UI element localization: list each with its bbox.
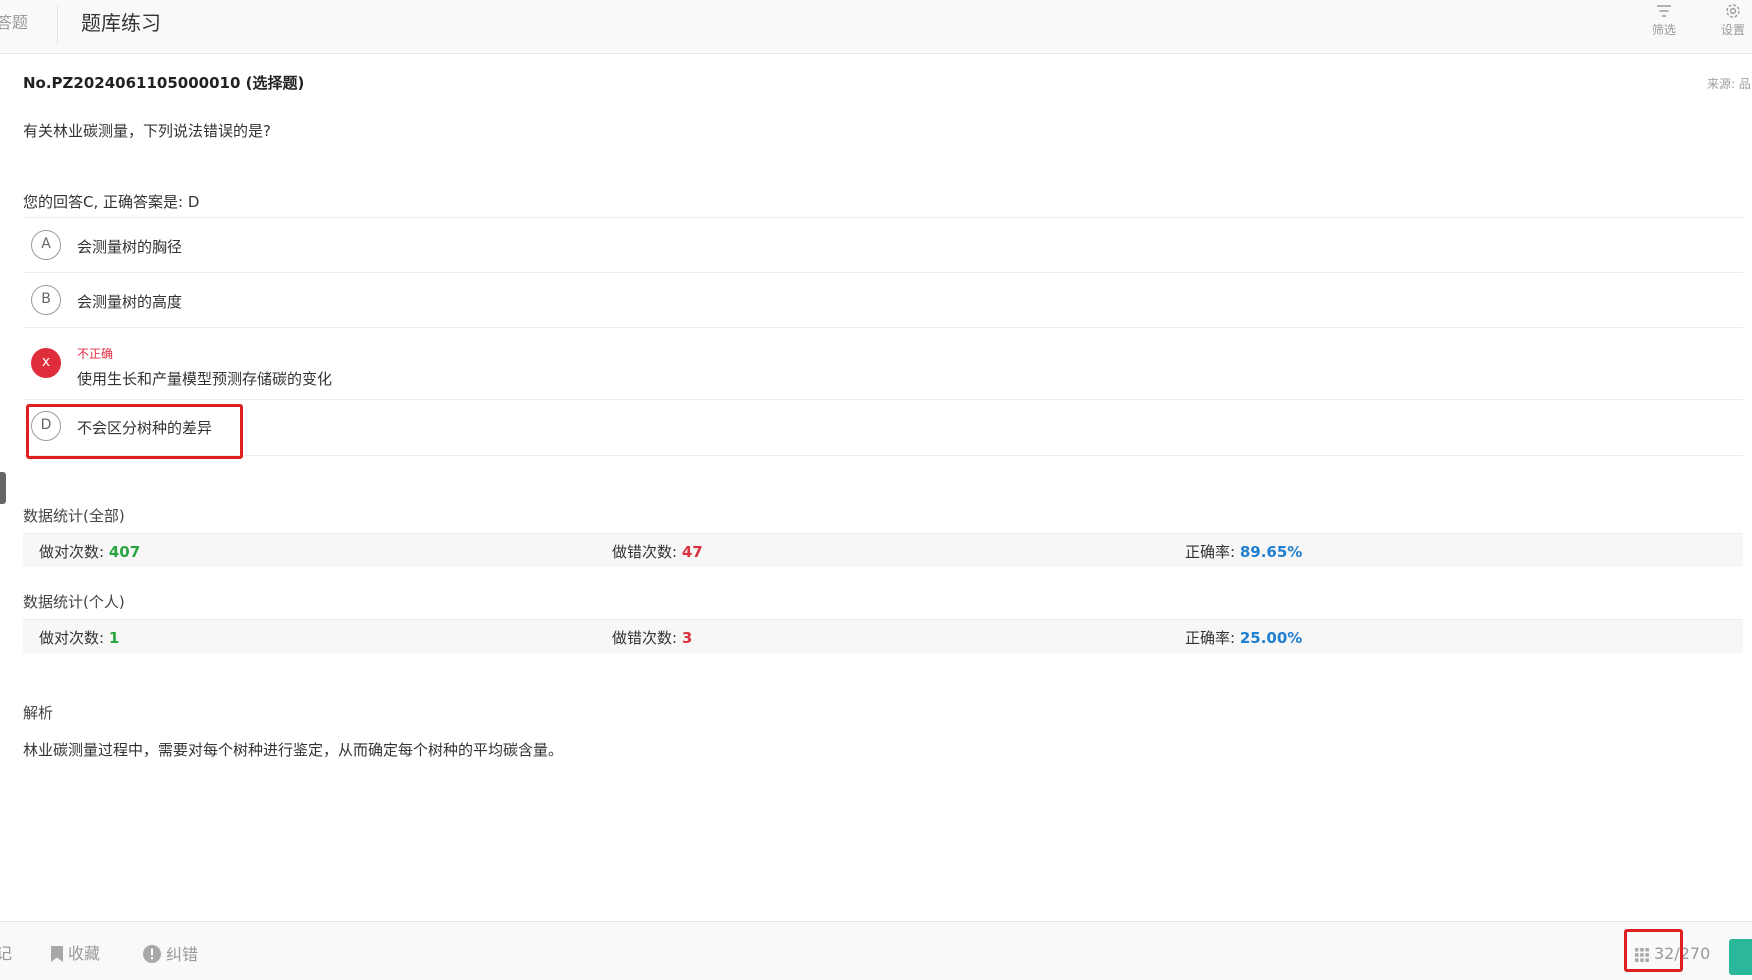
stat-label: 做对次数:	[39, 543, 109, 561]
stat-value: 89.65%	[1239, 543, 1303, 561]
question-number: No.PZ2024061105000010 (选择题)	[23, 74, 305, 92]
stat-wrong-count: 做错次数: 47	[612, 541, 703, 562]
stat-label: 做错次数:	[612, 629, 682, 647]
stat-value: 3	[681, 629, 693, 647]
bookmark-icon	[51, 946, 63, 962]
report-error-button[interactable]: 纠错	[142, 944, 198, 965]
stat-value: 1	[108, 629, 120, 647]
option-text: 不会区分树种的差异	[77, 419, 213, 437]
stat-wrong-count: 做错次数: 3	[612, 627, 692, 648]
stat-label: 做对次数:	[39, 629, 109, 647]
note-label: 记	[0, 944, 13, 963]
page-title: 题库练习	[81, 11, 161, 35]
option-letter-badge: B	[31, 285, 61, 315]
stats-personal-title: 数据统计(个人)	[23, 593, 125, 611]
gear-icon	[1726, 4, 1740, 18]
top-header: 答题 题库练习 筛选 设置	[0, 0, 1752, 54]
next-question-button[interactable]	[1729, 939, 1752, 975]
option-d[interactable]: D 不会区分树种的差异	[23, 400, 1743, 456]
stat-correct-count: 做对次数: 407	[39, 541, 140, 562]
stat-label: 做错次数:	[612, 543, 682, 561]
stat-label: 正确率:	[1185, 629, 1240, 647]
stat-value: 25.00%	[1239, 629, 1303, 647]
option-letter-badge: A	[31, 230, 61, 260]
favorite-label: 收藏	[68, 944, 101, 963]
filter-button[interactable]: 筛选	[1640, 0, 1688, 48]
grid-icon	[1635, 948, 1649, 962]
stat-correct-count: 做对次数: 1	[39, 627, 119, 648]
option-text: 会测量树的胸径	[77, 238, 183, 256]
option-letter-badge: D	[31, 411, 61, 441]
settings-button[interactable]: 设置	[1709, 0, 1752, 48]
progress-counter: 32/270	[1654, 944, 1711, 963]
tab-answer[interactable]: 答题	[0, 10, 28, 36]
report-label: 纠错	[166, 945, 199, 964]
note-button[interactable]: 记	[0, 944, 12, 964]
settings-label: 设置	[1720, 23, 1745, 37]
option-list: A 会测量树的胸径 B 会测量树的高度 x 不正确 使用生长和产量模型预测存储碳…	[23, 217, 1743, 456]
question-source: 来源: 品	[1707, 77, 1751, 91]
question-stem: 有关林业碳测量，下列说法错误的是?	[23, 122, 271, 140]
stat-accuracy: 正确率: 25.00%	[1185, 627, 1302, 648]
question-navigator-button[interactable]: 32/270	[1634, 944, 1710, 964]
stats-all-row: 做对次数: 407 做错次数: 47 正确率: 89.65%	[23, 533, 1743, 567]
stat-label: 正确率:	[1185, 543, 1240, 561]
favorite-button[interactable]: 收藏	[50, 944, 100, 964]
option-b[interactable]: B 会测量树的高度	[23, 273, 1743, 328]
exclamation-circle-icon	[143, 945, 161, 963]
filter-label: 筛选	[1651, 23, 1676, 37]
stat-value: 407	[108, 543, 141, 561]
option-text: 会测量树的高度	[77, 293, 183, 311]
analysis-title: 解析	[23, 704, 54, 722]
side-drawer-handle[interactable]	[0, 472, 6, 504]
option-text: 使用生长和产量模型预测存储碳的变化	[77, 370, 333, 388]
filter-icon	[1657, 5, 1671, 17]
incorrect-tag: 不正确	[77, 347, 114, 361]
option-a[interactable]: A 会测量树的胸径	[23, 218, 1743, 273]
stats-all-title: 数据统计(全部)	[23, 507, 125, 525]
answer-summary: 您的回答C, 正确答案是: D	[23, 193, 200, 211]
stat-value: 47	[681, 543, 703, 561]
header-divider	[57, 6, 58, 44]
bottom-toolbar: 记 收藏 纠错 32/270	[0, 921, 1752, 980]
analysis-text: 林业碳测量过程中，需要对每个树种进行鉴定，从而确定每个树种的平均碳含量。	[23, 741, 564, 759]
stat-accuracy: 正确率: 89.65%	[1185, 541, 1302, 562]
wrong-mark-icon: x	[31, 348, 61, 378]
option-c[interactable]: x 不正确 使用生长和产量模型预测存储碳的变化	[23, 328, 1743, 400]
stats-personal-row: 做对次数: 1 做错次数: 3 正确率: 25.00%	[23, 619, 1743, 653]
